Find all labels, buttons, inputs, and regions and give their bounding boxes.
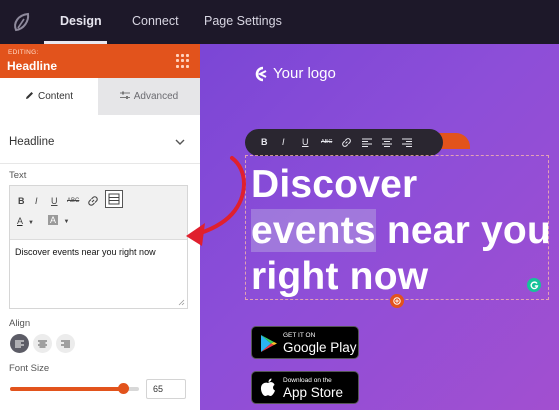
google-play-button[interactable]: GET IT ON Google Play [251,326,359,359]
headline-highlighted-word: events [251,209,376,252]
pencil-icon [25,92,33,99]
tab-page-settings[interactable]: Page Settings [204,0,282,44]
section-divider [0,163,200,164]
inline-italic-button[interactable]: I [282,129,285,156]
tab-design[interactable]: Design [60,0,102,44]
sidebar-subtabs: Content Advanced [0,78,200,115]
app-store-button[interactable]: Download on the App Store [251,371,359,404]
sliders-icon [119,91,130,99]
table-icon [108,193,120,205]
italic-button[interactable]: I [35,195,38,207]
text-color-button[interactable]: A ▼ [17,215,41,229]
caret-down-icon: ▼ [28,220,34,226]
section-title: Headline [9,136,55,148]
headline-part-1: Discover [251,163,418,206]
editing-title: Headline [7,59,58,73]
inline-bold-button[interactable]: B [261,129,268,156]
align-left-icon [15,340,24,347]
text-color-label: A [17,216,23,226]
page-logo[interactable]: Your logo [251,65,336,82]
inline-align-right-icon[interactable] [402,138,412,147]
app-logo-icon[interactable] [0,0,44,44]
text-label: Text [9,170,27,181]
logo-mark-icon [255,66,267,81]
font-size-slider-handle[interactable] [118,383,129,394]
grammarly-icon[interactable] [527,278,541,292]
inline-link-icon[interactable] [341,137,352,148]
editing-header: EDITING: Headline [0,44,200,78]
grid-menu-icon[interactable] [176,54,190,68]
headline-text[interactable]: Discover events near you right now [251,162,551,300]
tab-content-label: Content [37,91,74,102]
font-size-label: Font Size [9,363,50,374]
logo-text: Your logo [273,65,336,82]
add-block-button[interactable] [390,294,404,308]
chevron-down-icon[interactable] [175,139,185,146]
caret-down-icon: ▼ [63,219,70,225]
inline-format-toolbar: B I U ABC [245,129,443,156]
align-label: Align [9,318,31,329]
google-play-icon [261,335,277,352]
bold-button[interactable]: B [18,195,25,207]
settings-sidebar: EDITING: Headline Content Advanced Headl… [0,44,200,410]
tab-connect[interactable]: Connect [132,0,179,44]
tab-advanced-label: Advanced [133,91,179,102]
align-right-button[interactable] [56,334,75,353]
background-color-button[interactable]: A ▼ [48,214,72,228]
editing-label: EDITING: [8,49,39,56]
align-left-button[interactable] [10,334,29,353]
bg-color-label: A [48,215,59,225]
align-center-button[interactable] [33,334,52,353]
link-icon[interactable] [87,195,99,207]
plus-circle-icon [393,297,401,305]
inline-align-center-icon[interactable] [382,138,392,147]
table-button[interactable] [105,190,123,208]
tab-content[interactable]: Content [0,78,98,115]
resize-handle-icon[interactable] [178,299,185,306]
google-play-small-text: GET IT ON [283,332,316,339]
align-center-icon [38,340,47,347]
font-size-slider-fill [10,387,124,391]
editor-text-area[interactable]: Discover events near you right now [15,247,156,257]
strikethrough-button[interactable]: ABC [67,195,79,207]
underline-button[interactable]: U [51,195,58,207]
tab-advanced[interactable]: Advanced [98,78,200,115]
inline-align-left-icon[interactable] [362,138,372,147]
app-store-big-text: App Store [283,385,344,400]
page-canvas: Your logo B I U ABC Discover events near … [200,44,559,410]
font-size-input[interactable]: 65 [146,379,186,399]
google-play-big-text: Google Play [283,340,357,355]
apple-icon [260,378,275,396]
text-editor[interactable]: B I U ABC A ▼ A ▼ Discover events near y… [9,185,188,309]
inline-underline-button[interactable]: U [302,129,309,156]
align-right-icon [61,340,70,347]
editor-toolbar: B I U ABC A ▼ A ▼ [10,186,187,240]
top-navigation-bar: Design Connect Page Settings [0,0,559,44]
inline-strike-button[interactable]: ABC [321,129,332,156]
app-store-small-text: Download on the [283,377,332,384]
